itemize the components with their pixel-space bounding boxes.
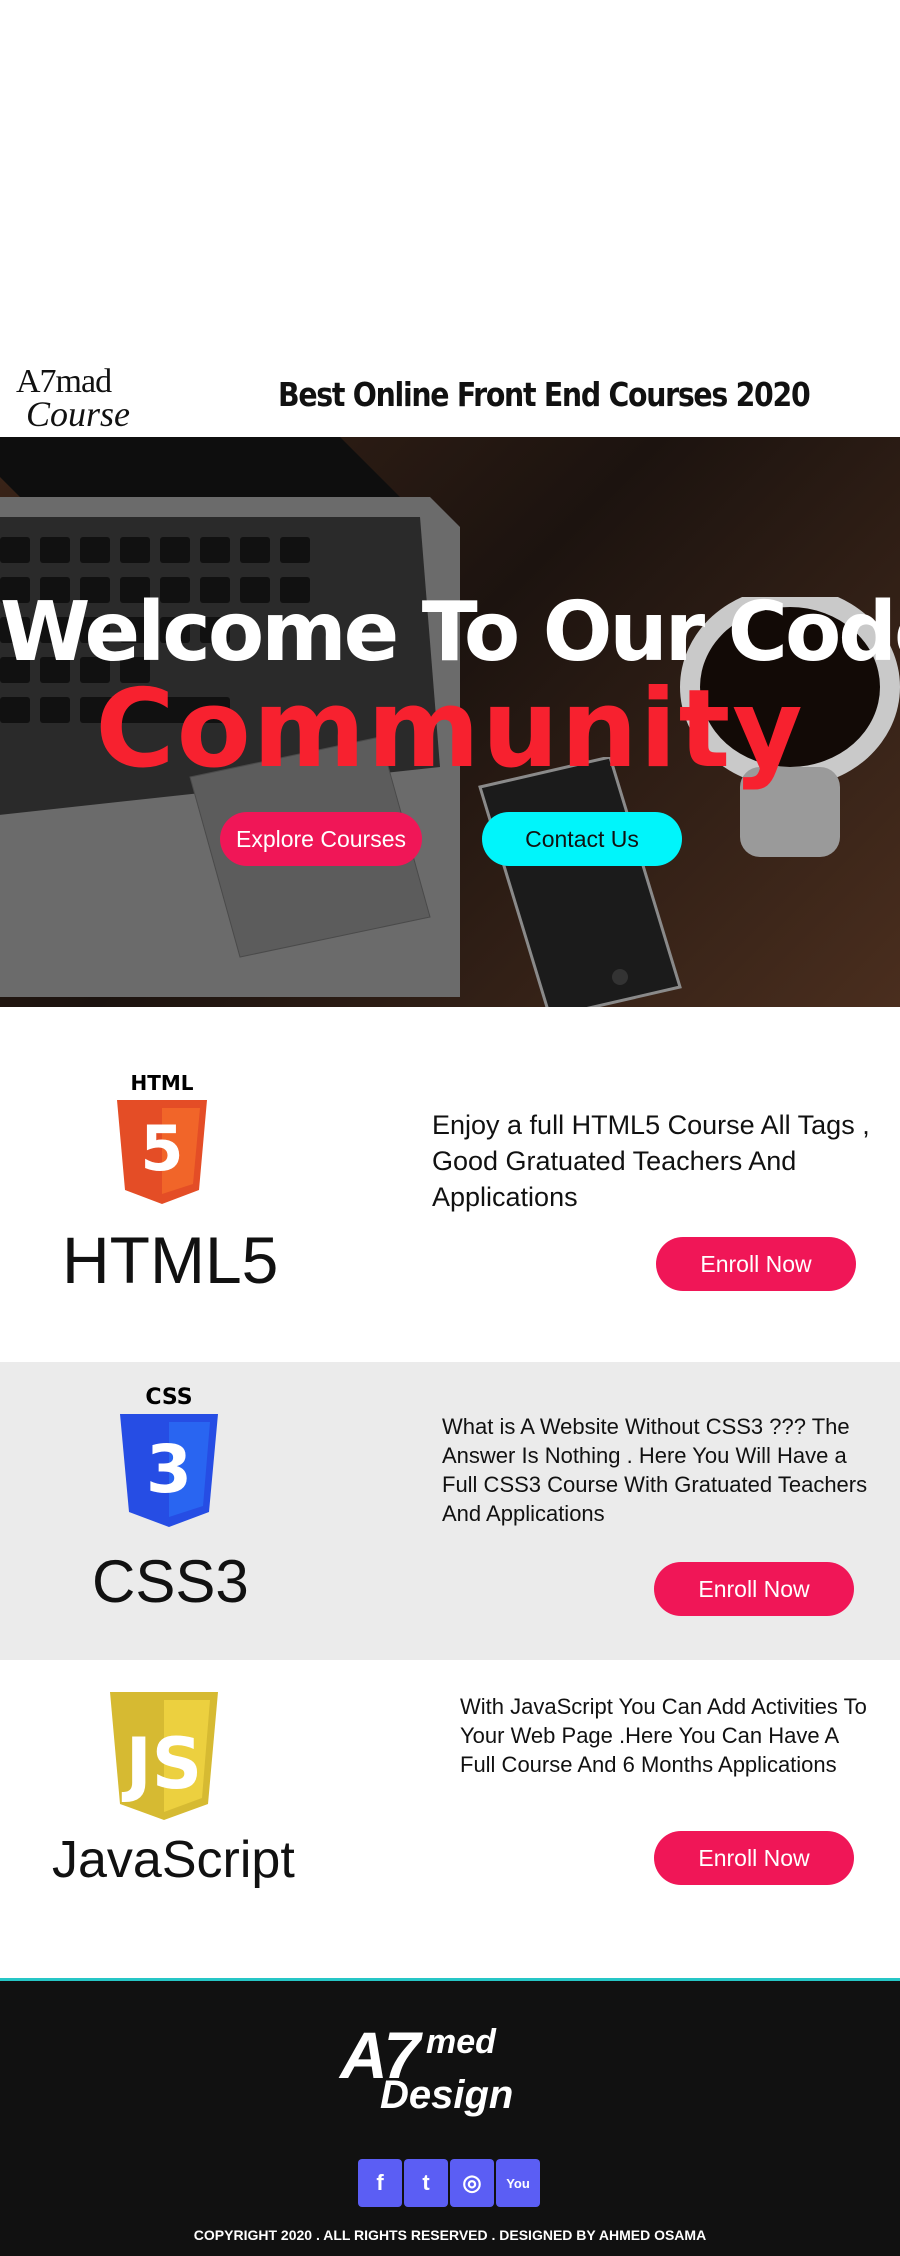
svg-text:3: 3 (146, 1431, 192, 1508)
course-card-css3: CSS 3 CSS3 What is A Website Without CSS… (0, 1362, 900, 1660)
course-description: Enjoy a full HTML5 Course All Tags , Goo… (432, 1110, 870, 1212)
twitter-icon[interactable]: t (404, 2159, 448, 2207)
social-links: f t ◎ You (358, 2159, 542, 2207)
course-card-javascript: JS JavaScript With JavaScript You Can Ad… (0, 1660, 900, 1978)
footer-logo[interactable]: A7 med Design (340, 2009, 560, 2129)
course-name: CSS3 (92, 1548, 249, 1615)
enroll-now-button[interactable]: Enroll Now (656, 1237, 856, 1291)
site-header: A7mad Course Best Online Front End Cours… (0, 345, 900, 435)
contact-us-button[interactable]: Contact Us (482, 812, 682, 866)
course-card-html5: HTML 5 HTML5 Enjoy a full HTML5 Course A… (0, 1007, 900, 1362)
header-title: Best Online Front End Courses 2020 (278, 375, 811, 414)
html5-icon: HTML 5 (117, 1072, 207, 1204)
course-name: HTML5 (62, 1223, 279, 1297)
svg-text:5: 5 (140, 1112, 183, 1185)
explore-courses-button[interactable]: Explore Courses (220, 812, 422, 866)
course-description: What is A Website Without CSS3 ??? The A… (442, 1414, 868, 1526)
enroll-now-button[interactable]: Enroll Now (654, 1831, 854, 1885)
footer-logo-med: med (426, 2023, 496, 2061)
hero-subtitle: Community (95, 667, 805, 792)
course-name: JavaScript (52, 1831, 295, 1889)
facebook-icon[interactable]: f (358, 2159, 402, 2207)
svg-text:HTML: HTML (130, 1072, 193, 1095)
logo-line-2: Course (26, 394, 131, 434)
javascript-icon: JS (110, 1692, 218, 1820)
instagram-icon[interactable]: ◎ (450, 2159, 494, 2207)
css3-icon: CSS 3 (120, 1385, 218, 1527)
site-footer: A7 med Design f t ◎ You COPYRIGHT 2020 .… (0, 1978, 900, 2256)
footer-logo-design: Design (380, 2073, 514, 2117)
site-logo[interactable]: A7mad Course (16, 363, 166, 434)
svg-text:CSS: CSS (145, 1385, 192, 1410)
youtube-icon[interactable]: You (496, 2159, 540, 2207)
course-description: With JavaScript You Can Add Activities T… (460, 1694, 867, 1777)
svg-text:JS: JS (122, 1723, 202, 1805)
hero-title: Welcome To Our Coderz (0, 585, 900, 680)
copyright-text: COPYRIGHT 2020 . ALL RIGHTS RESERVED . D… (193, 2227, 707, 2243)
hero-section: Welcome To Our Coderz Community Explore … (0, 437, 900, 1007)
phone-illustration (478, 757, 682, 1007)
enroll-now-button[interactable]: Enroll Now (654, 1562, 854, 1616)
